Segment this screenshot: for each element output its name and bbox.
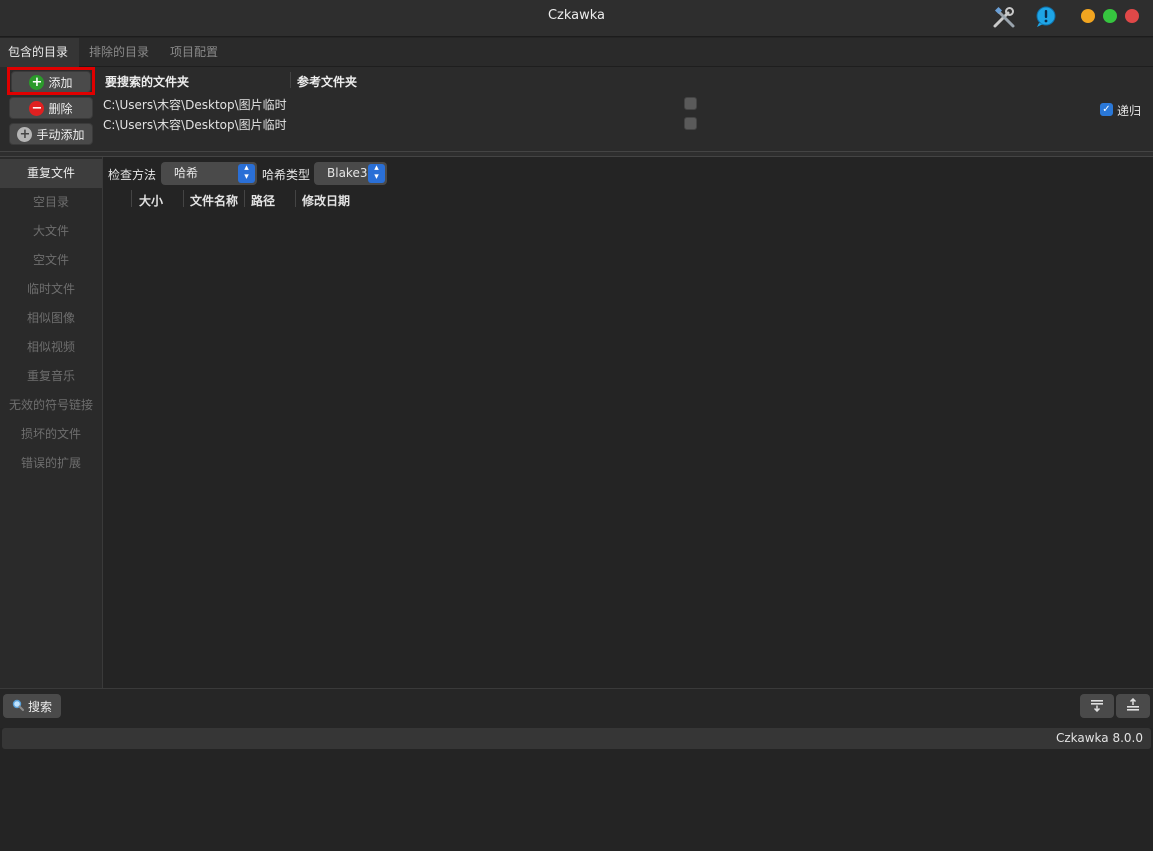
- sidebar-item-empty-files[interactable]: 空文件: [0, 246, 102, 275]
- bottom-toolbar: 搜索: [0, 688, 1153, 728]
- hash-type-label: 哈希类型: [262, 168, 311, 182]
- plus-circle-icon: +: [29, 74, 45, 90]
- folder-path[interactable]: C:\Users\木容\Desktop\图片临时: [103, 96, 287, 113]
- close-button[interactable]: [1125, 9, 1139, 23]
- hash-type-value: Blake3: [327, 166, 368, 180]
- sidebar-item-broken-files[interactable]: 损坏的文件: [0, 420, 102, 449]
- tab-excluded-directories[interactable]: 排除的目录: [81, 38, 157, 67]
- sidebar-item-similar-videos[interactable]: 相似视频: [0, 333, 102, 362]
- minimize-button[interactable]: [1081, 9, 1095, 23]
- column-divider: [183, 190, 184, 207]
- path-column-header[interactable]: 路径: [251, 192, 275, 209]
- folder-path[interactable]: C:\Users\木容\Desktop\图片临时: [103, 116, 287, 133]
- filename-column-header[interactable]: 文件名称: [190, 192, 238, 209]
- add-button[interactable]: + 添加: [11, 71, 91, 93]
- directory-panel: + 添加 − 删除 + 手动添加 要搜索的文件夹 参考文件夹 C:\Users\…: [0, 67, 1153, 151]
- plus-circle-icon: +: [17, 126, 33, 142]
- sidebar-item-duplicate-music[interactable]: 重复音乐: [0, 362, 102, 391]
- hash-type-select[interactable]: Blake3 ▴ ▾: [314, 162, 387, 185]
- move-up-icon: [1126, 697, 1140, 715]
- sidebar-item-temporary-files[interactable]: 临时文件: [0, 275, 102, 304]
- modified-date-column-header[interactable]: 修改日期: [302, 192, 350, 209]
- move-down-icon: [1090, 698, 1104, 715]
- column-divider: [295, 190, 296, 207]
- check-method-label: 检查方法: [108, 168, 157, 182]
- updown-arrow-icon: ▴ ▾: [368, 164, 385, 183]
- sidebar-item-invalid-symlinks[interactable]: 无效的符号链接: [0, 391, 102, 420]
- maximize-button[interactable]: [1103, 9, 1117, 23]
- column-divider: [131, 190, 132, 207]
- move-up-button[interactable]: [1116, 694, 1150, 718]
- tools-icon[interactable]: [992, 5, 1016, 29]
- minus-circle-icon: −: [29, 100, 45, 116]
- tool-sidebar: 重复文件 空目录 大文件 空文件 临时文件 相似图像 相似视频 重复音乐 无效的…: [0, 157, 103, 688]
- search-button-label: 搜索: [27, 699, 52, 714]
- updown-arrow-icon: ▴ ▾: [238, 164, 255, 183]
- recursive-checkbox[interactable]: ✓: [1100, 103, 1113, 116]
- version-label: Czkawka 8.0.0: [1055, 731, 1143, 745]
- window-title: Czkawka: [547, 8, 606, 23]
- sidebar-item-bad-extensions[interactable]: 错误的扩展: [0, 449, 102, 478]
- column-divider: [244, 190, 245, 207]
- status-bar: Czkawka 8.0.0: [2, 728, 1151, 749]
- recursive-label[interactable]: 递归: [1117, 102, 1141, 119]
- move-down-button[interactable]: [1080, 694, 1114, 718]
- delete-button-label: 删除: [48, 101, 73, 116]
- reference-checkbox[interactable]: [684, 117, 697, 130]
- reference-checkbox[interactable]: [684, 97, 697, 110]
- directory-tabs: 包含的目录 排除的目录 项目配置: [0, 38, 1153, 67]
- delete-button[interactable]: − 删除: [9, 97, 93, 119]
- sidebar-item-duplicate-files[interactable]: 重复文件: [0, 159, 102, 188]
- results-area: 检查方法 哈希 ▴ ▾ 哈希类型 Blake3 ▴ ▾ 大小 文件名称 路径 修改日…: [103, 157, 1153, 688]
- reference-folders-header[interactable]: 参考文件夹: [297, 73, 357, 90]
- tab-project-settings[interactable]: 项目配置: [162, 38, 226, 67]
- magnifier-icon: [12, 699, 24, 714]
- sidebar-item-similar-images[interactable]: 相似图像: [0, 304, 102, 333]
- manual-add-button[interactable]: + 手动添加: [9, 123, 93, 145]
- search-button[interactable]: 搜索: [3, 694, 61, 718]
- sidebar-item-empty-folders[interactable]: 空目录: [0, 188, 102, 217]
- column-divider: [290, 72, 291, 88]
- check-method-value: 哈希: [174, 166, 199, 180]
- sidebar-item-big-files[interactable]: 大文件: [0, 217, 102, 246]
- manual-add-button-label: 手动添加: [36, 127, 85, 142]
- title-bar: Czkawka: [0, 0, 1153, 37]
- search-folders-header[interactable]: 要搜索的文件夹: [105, 73, 189, 90]
- check-method-select[interactable]: 哈希 ▴ ▾: [161, 162, 257, 185]
- add-button-label: 添加: [48, 75, 73, 90]
- tab-included-directories[interactable]: 包含的目录: [0, 38, 79, 67]
- size-column-header[interactable]: 大小: [139, 192, 163, 209]
- info-bubble-icon[interactable]: [1034, 5, 1058, 29]
